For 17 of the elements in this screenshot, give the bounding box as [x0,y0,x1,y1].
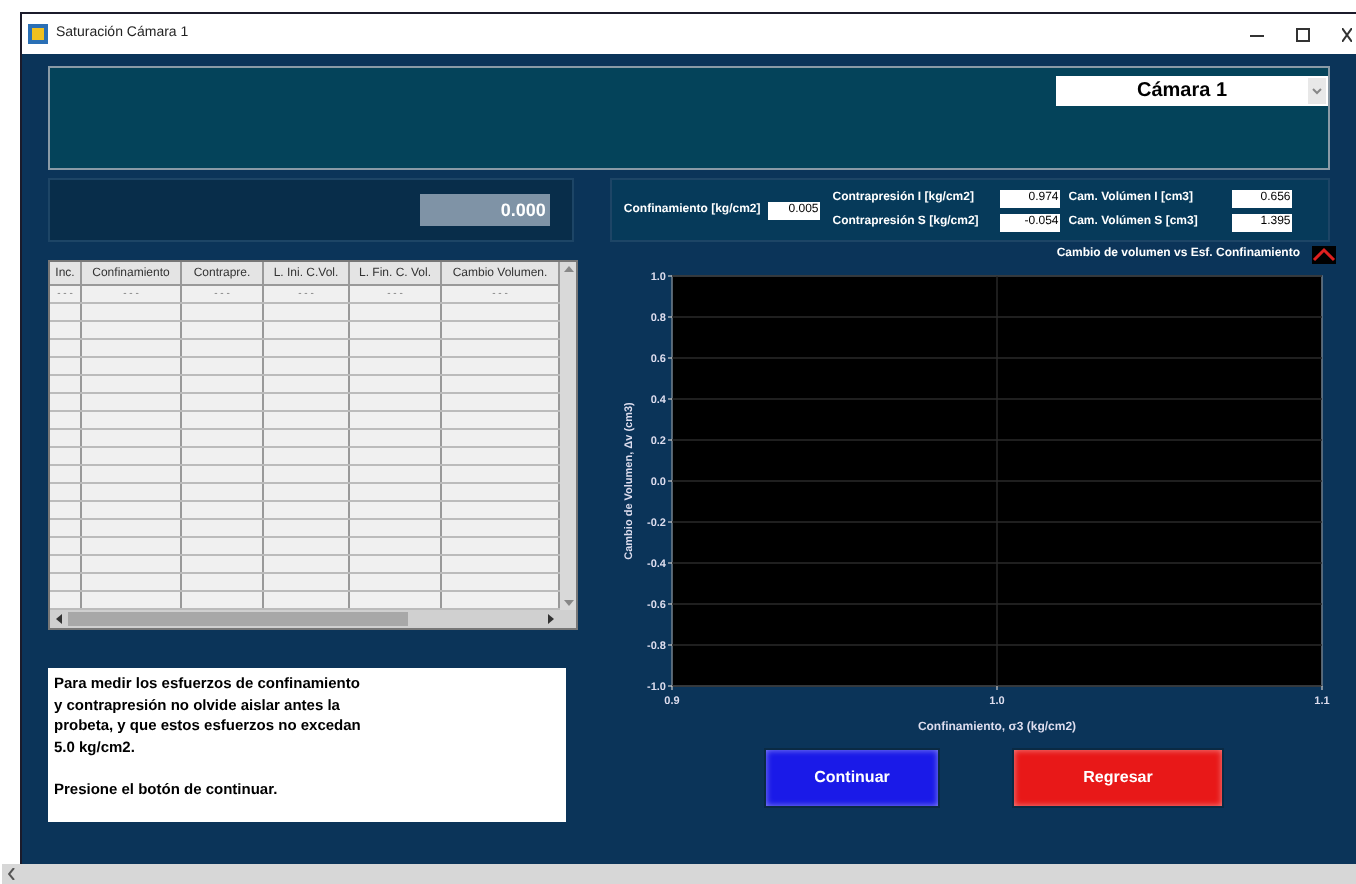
readout-value: 0.000 [419,194,550,226]
vertical-scrollbar[interactable] [560,262,576,610]
left-arrow-icon[interactable] [54,614,64,624]
close-icon[interactable] [1342,27,1352,41]
legend-icon[interactable] [1312,245,1336,263]
right-arrow-icon[interactable] [546,614,556,624]
app-icon [28,24,48,44]
action-button[interactable]: Regresar [1012,748,1224,808]
caret-icon [1308,78,1326,104]
horizontal-scrollbar[interactable] [50,610,576,628]
camera-dropdown[interactable]: Cámara 1 [1056,76,1328,106]
maximize-icon[interactable] [1296,27,1310,41]
window-scrollbar[interactable] [2,864,1356,884]
scrollbar-thumb[interactable] [68,612,408,626]
down-arrow-icon[interactable] [563,598,573,608]
up-arrow-icon[interactable] [563,264,573,274]
action-button[interactable]: Continuar [764,748,940,808]
